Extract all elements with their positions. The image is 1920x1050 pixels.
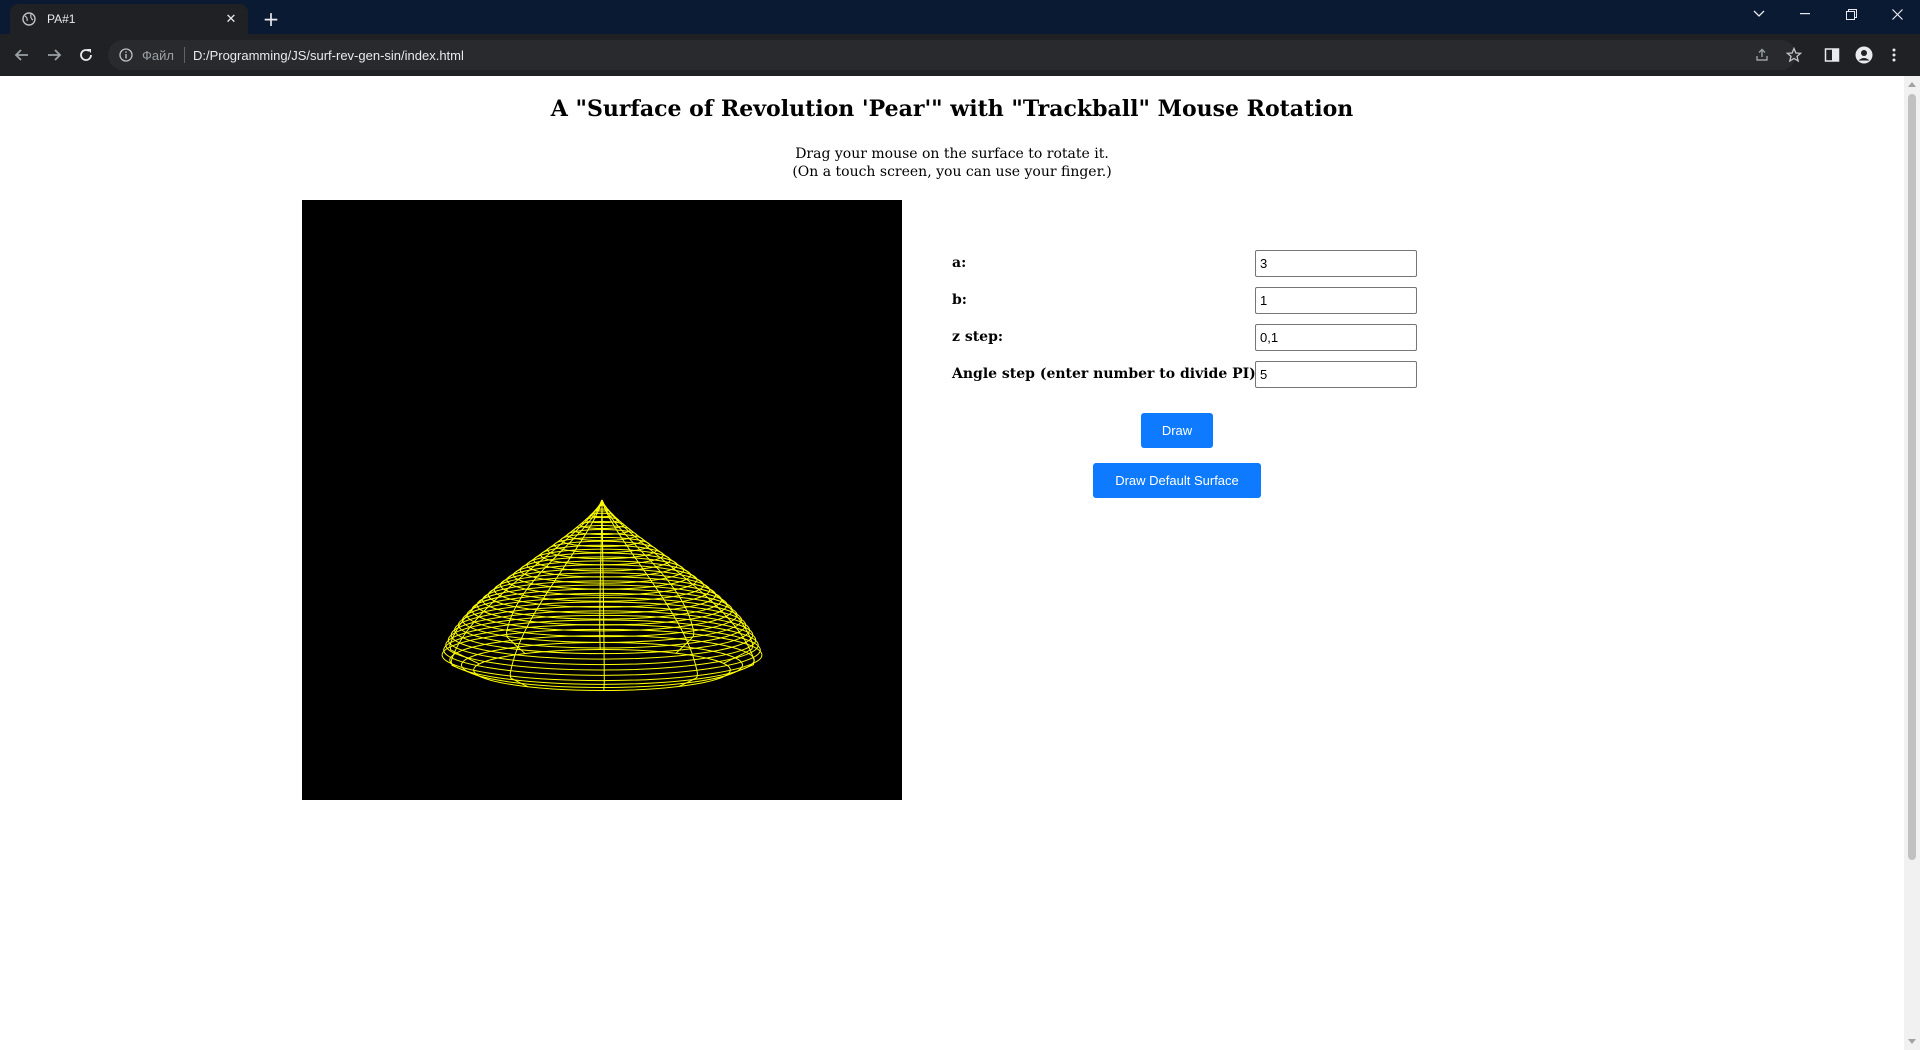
vertical-scrollbar[interactable] xyxy=(1904,76,1920,1050)
instructions-line-1: Drag your mouse on the surface to rotate… xyxy=(795,146,1109,162)
webgl-canvas[interactable] xyxy=(302,200,902,800)
globe-icon xyxy=(21,11,37,27)
reload-icon[interactable] xyxy=(74,43,98,67)
field-row-a: a: xyxy=(952,250,1418,277)
pear-surface-wireframe xyxy=(441,499,763,692)
minimize-icon[interactable] xyxy=(1782,0,1828,28)
wire-ring xyxy=(443,624,761,676)
instructions: Drag your mouse on the surface to rotate… xyxy=(0,145,1904,181)
field-label-a: a: xyxy=(952,255,967,271)
page-title: A "Surface of Revolution 'Pear'" with "T… xyxy=(550,96,1354,122)
star-icon[interactable] xyxy=(1782,43,1806,67)
browser-tab[interactable]: PA#1 ✕ xyxy=(10,4,248,34)
info-icon[interactable] xyxy=(118,47,134,63)
address-divider xyxy=(183,47,185,63)
field-row-z-step: z step: xyxy=(952,324,1418,351)
forward-arrow-icon[interactable] xyxy=(42,43,66,67)
field-label-z-step: z step: xyxy=(952,329,1004,345)
draw-default-surface-button[interactable]: Draw Default Surface xyxy=(1093,463,1261,498)
a-input[interactable] xyxy=(1255,250,1417,277)
scroll-down-arrow-icon[interactable] xyxy=(1904,1034,1920,1050)
address-scheme-label: Файл xyxy=(142,47,174,63)
scroll-up-arrow-icon[interactable] xyxy=(1904,76,1920,92)
browser-toolbar: Файл D:/Programming/JS/surf-rev-gen-sin/… xyxy=(0,34,1920,76)
field-label-b: b: xyxy=(952,292,967,308)
angle-step-input[interactable] xyxy=(1255,361,1417,388)
close-icon[interactable]: ✕ xyxy=(222,10,240,28)
plus-icon[interactable]: + xyxy=(258,6,284,32)
z-step-input[interactable] xyxy=(1255,324,1417,351)
profile-icon[interactable] xyxy=(1852,43,1876,67)
instructions-line-2: (On a touch screen, you can use your fin… xyxy=(792,164,1112,180)
wire-ring xyxy=(445,619,759,671)
close-window-icon[interactable] xyxy=(1874,0,1920,28)
sidepanel-icon[interactable] xyxy=(1820,43,1844,67)
field-row-angle-step: Angle step (enter number to divide PI): xyxy=(952,361,1418,388)
field-row-b: b: xyxy=(952,287,1418,314)
restore-icon[interactable] xyxy=(1828,0,1874,28)
draw-button[interactable]: Draw xyxy=(1141,413,1213,448)
menu-dots-icon[interactable] xyxy=(1882,43,1906,67)
field-label-angle-step: Angle step (enter number to divide PI): xyxy=(952,366,1261,382)
browser-tabstrip: PA#1 ✕ + xyxy=(0,0,1920,34)
back-arrow-icon[interactable] xyxy=(10,43,34,67)
share-icon[interactable] xyxy=(1750,43,1774,67)
address-bar[interactable]: Файл D:/Programming/JS/surf-rev-gen-sin/… xyxy=(108,40,1796,70)
address-url[interactable]: D:/Programming/JS/surf-rev-gen-sin/index… xyxy=(193,48,464,63)
chevron-down-icon[interactable] xyxy=(1736,0,1782,28)
page-content: A "Surface of Revolution 'Pear'" with "T… xyxy=(0,76,1904,1050)
b-input[interactable] xyxy=(1255,287,1417,314)
tab-title: PA#1 xyxy=(47,12,76,26)
scroll-thumb[interactable] xyxy=(1908,94,1916,860)
